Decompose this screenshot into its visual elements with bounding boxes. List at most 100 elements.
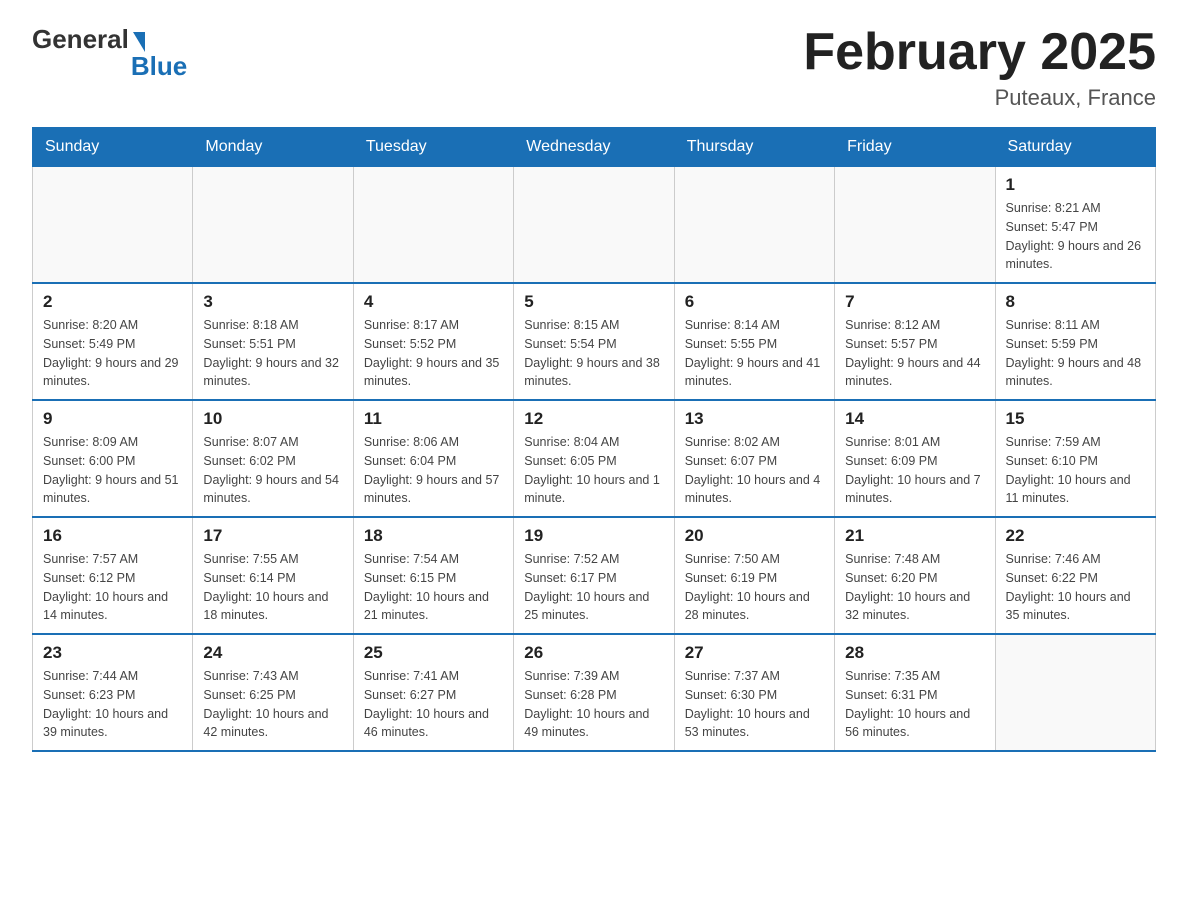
day-number: 12	[524, 409, 663, 429]
calendar-cell: 21Sunrise: 7:48 AM Sunset: 6:20 PM Dayli…	[835, 517, 995, 634]
day-info: Sunrise: 7:43 AM Sunset: 6:25 PM Dayligh…	[203, 667, 342, 742]
day-info: Sunrise: 7:46 AM Sunset: 6:22 PM Dayligh…	[1006, 550, 1145, 625]
calendar-cell: 23 Sunrise: 7:44 AM Sunset: 6:23 PM Dayli…	[33, 634, 193, 751]
day-info: Sunrise: 7:55 AM Sunset: 6:14 PM Dayligh…	[203, 550, 342, 625]
calendar-cell	[33, 167, 193, 284]
day-info: Sunrise: 8:06 AM Sunset: 6:04 PM Dayligh…	[364, 433, 503, 508]
calendar-cell: 7 Sunrise: 8:12 AM Sunset: 5:57 PM Daylig…	[835, 283, 995, 400]
day-info: Sunrise: 7:37 AM Sunset: 6:30 PM Dayligh…	[685, 667, 824, 742]
calendar-table: SundayMondayTuesdayWednesdayThursdayFrid…	[32, 127, 1156, 752]
day-info: Sunrise: 8:01 AM Sunset: 6:09 PM Dayligh…	[845, 433, 984, 508]
day-number: 24	[203, 643, 342, 663]
calendar-cell: 3 Sunrise: 8:18 AM Sunset: 5:51 PM Daylig…	[193, 283, 353, 400]
week-row-1: 1 Sunrise: 8:21 AM Sunset: 5:47 PM Daylig…	[33, 167, 1156, 284]
day-number: 18	[364, 526, 503, 546]
calendar-cell: 18 Sunrise: 7:54 AM Sunset: 6:15 PM Dayli…	[353, 517, 513, 634]
day-info: Sunrise: 7:35 AM Sunset: 6:31 PM Dayligh…	[845, 667, 984, 742]
calendar-cell: 9 Sunrise: 8:09 AM Sunset: 6:00 PM Daylig…	[33, 400, 193, 517]
day-info: Sunrise: 8:20 AM Sunset: 5:49 PM Dayligh…	[43, 316, 182, 391]
day-number: 5	[524, 292, 663, 312]
day-number: 15	[1006, 409, 1145, 429]
day-number: 3	[203, 292, 342, 312]
day-info: Sunrise: 8:02 AM Sunset: 6:07 PM Dayligh…	[685, 433, 824, 508]
day-number: 22	[1006, 526, 1145, 546]
calendar-cell: 22 Sunrise: 7:46 AM Sunset: 6:22 PM Dayli…	[995, 517, 1155, 634]
day-info: Sunrise: 8:17 AM Sunset: 5:52 PM Dayligh…	[364, 316, 503, 391]
calendar-cell: 10Sunrise: 8:07 AM Sunset: 6:02 PM Dayli…	[193, 400, 353, 517]
day-header-wednesday: Wednesday	[514, 128, 674, 167]
day-info: Sunrise: 7:44 AM Sunset: 6:23 PM Dayligh…	[43, 667, 182, 742]
day-info: Sunrise: 8:11 AM Sunset: 5:59 PM Dayligh…	[1006, 316, 1145, 391]
day-header-monday: Monday	[193, 128, 353, 167]
day-number: 26	[524, 643, 663, 663]
week-row-3: 9 Sunrise: 8:09 AM Sunset: 6:00 PM Daylig…	[33, 400, 1156, 517]
calendar-cell: 12 Sunrise: 8:04 AM Sunset: 6:05 PM Dayli…	[514, 400, 674, 517]
day-header-thursday: Thursday	[674, 128, 834, 167]
day-info: Sunrise: 8:21 AM Sunset: 5:47 PM Dayligh…	[1006, 199, 1145, 274]
day-info: Sunrise: 7:41 AM Sunset: 6:27 PM Dayligh…	[364, 667, 503, 742]
day-info: Sunrise: 7:48 AM Sunset: 6:20 PM Dayligh…	[845, 550, 984, 625]
day-info: Sunrise: 7:50 AM Sunset: 6:19 PM Dayligh…	[685, 550, 824, 625]
day-info: Sunrise: 8:12 AM Sunset: 5:57 PM Dayligh…	[845, 316, 984, 391]
day-info: Sunrise: 8:15 AM Sunset: 5:54 PM Dayligh…	[524, 316, 663, 391]
day-number: 23	[43, 643, 182, 663]
calendar-cell: 11 Sunrise: 8:06 AM Sunset: 6:04 PM Dayli…	[353, 400, 513, 517]
calendar-subtitle: Puteaux, France	[803, 85, 1156, 111]
day-info: Sunrise: 8:09 AM Sunset: 6:00 PM Dayligh…	[43, 433, 182, 508]
calendar-cell: 6Sunrise: 8:14 AM Sunset: 5:55 PM Daylig…	[674, 283, 834, 400]
week-row-2: 2 Sunrise: 8:20 AM Sunset: 5:49 PM Daylig…	[33, 283, 1156, 400]
day-number: 4	[364, 292, 503, 312]
day-header-sunday: Sunday	[33, 128, 193, 167]
day-number: 9	[43, 409, 182, 429]
day-info: Sunrise: 8:18 AM Sunset: 5:51 PM Dayligh…	[203, 316, 342, 391]
day-info: Sunrise: 7:39 AM Sunset: 6:28 PM Dayligh…	[524, 667, 663, 742]
calendar-cell	[353, 167, 513, 284]
day-number: 8	[1006, 292, 1145, 312]
page-header: General General Blue February 2025 Putea…	[32, 24, 1156, 111]
calendar-title: February 2025	[803, 24, 1156, 81]
day-info: Sunrise: 8:04 AM Sunset: 6:05 PM Dayligh…	[524, 433, 663, 508]
day-number: 7	[845, 292, 984, 312]
day-number: 13	[685, 409, 824, 429]
day-number: 19	[524, 526, 663, 546]
day-header-friday: Friday	[835, 128, 995, 167]
day-number: 14	[845, 409, 984, 429]
calendar-cell: 15Sunrise: 7:59 AM Sunset: 6:10 PM Dayli…	[995, 400, 1155, 517]
calendar-cell	[835, 167, 995, 284]
day-info: Sunrise: 7:54 AM Sunset: 6:15 PM Dayligh…	[364, 550, 503, 625]
day-number: 17	[203, 526, 342, 546]
calendar-cell: 4 Sunrise: 8:17 AM Sunset: 5:52 PM Daylig…	[353, 283, 513, 400]
day-number: 1	[1006, 175, 1145, 195]
calendar-cell: 14 Sunrise: 8:01 AM Sunset: 6:09 PM Dayli…	[835, 400, 995, 517]
calendar-cell: 20 Sunrise: 7:50 AM Sunset: 6:19 PM Dayli…	[674, 517, 834, 634]
day-header-tuesday: Tuesday	[353, 128, 513, 167]
calendar-cell	[674, 167, 834, 284]
calendar-cell	[193, 167, 353, 284]
day-number: 27	[685, 643, 824, 663]
week-row-4: 16 Sunrise: 7:57 AM Sunset: 6:12 PM Dayli…	[33, 517, 1156, 634]
day-number: 16	[43, 526, 182, 546]
day-number: 6	[685, 292, 824, 312]
calendar-cell: 27 Sunrise: 7:37 AM Sunset: 6:30 PM Dayli…	[674, 634, 834, 751]
calendar-cell: 8 Sunrise: 8:11 AM Sunset: 5:59 PM Daylig…	[995, 283, 1155, 400]
calendar-cell: 13 Sunrise: 8:02 AM Sunset: 6:07 PM Dayli…	[674, 400, 834, 517]
day-number: 20	[685, 526, 824, 546]
calendar-cell: 26 Sunrise: 7:39 AM Sunset: 6:28 PM Dayli…	[514, 634, 674, 751]
calendar-cell: 24 Sunrise: 7:43 AM Sunset: 6:25 PM Dayli…	[193, 634, 353, 751]
calendar-cell: 19Sunrise: 7:52 AM Sunset: 6:17 PM Dayli…	[514, 517, 674, 634]
title-area: February 2025 Puteaux, France	[803, 24, 1156, 111]
calendar-cell: 2 Sunrise: 8:20 AM Sunset: 5:49 PM Daylig…	[33, 283, 193, 400]
calendar-cell	[995, 634, 1155, 751]
calendar-cell	[514, 167, 674, 284]
logo: General General Blue	[32, 24, 187, 82]
day-number: 2	[43, 292, 182, 312]
day-number: 25	[364, 643, 503, 663]
day-info: Sunrise: 8:07 AM Sunset: 6:02 PM Dayligh…	[203, 433, 342, 508]
week-row-5: 23 Sunrise: 7:44 AM Sunset: 6:23 PM Dayli…	[33, 634, 1156, 751]
day-number: 11	[364, 409, 503, 429]
header-row: SundayMondayTuesdayWednesdayThursdayFrid…	[33, 128, 1156, 167]
calendar-cell: 28 Sunrise: 7:35 AM Sunset: 6:31 PM Dayli…	[835, 634, 995, 751]
day-number: 28	[845, 643, 984, 663]
calendar-cell: 25 Sunrise: 7:41 AM Sunset: 6:27 PM Dayli…	[353, 634, 513, 751]
day-info: Sunrise: 7:57 AM Sunset: 6:12 PM Dayligh…	[43, 550, 182, 625]
